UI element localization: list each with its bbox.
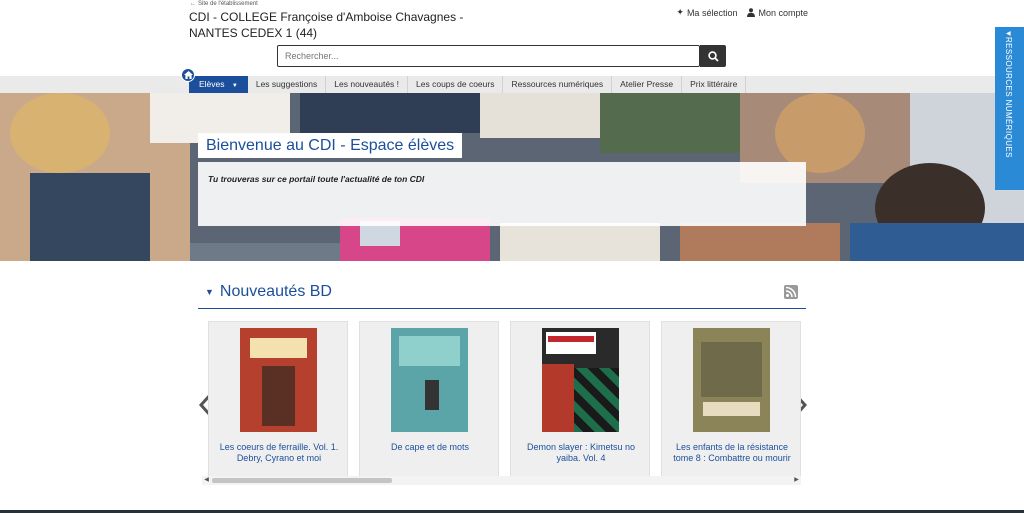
nav-item-coups-de-coeur[interactable]: Les coups de coeurs xyxy=(408,76,504,93)
side-tab-label: RESSOURCES NUMÉRIQUES xyxy=(1004,37,1013,158)
arrow-left-icon: ← xyxy=(190,1,196,7)
my-account-link[interactable]: Mon compte xyxy=(747,7,808,18)
nav-item-nouveautes[interactable]: Les nouveautés ! xyxy=(326,76,409,93)
main-nav: Elèves ▼ Les suggestions Les nouveautés … xyxy=(189,76,747,93)
book-title: De cape et de mots xyxy=(390,442,470,452)
nav-item-ressources[interactable]: Ressources numériques xyxy=(503,76,613,93)
book-card[interactable]: De cape et de mots xyxy=(359,321,499,477)
nav-item-prix-litteraire[interactable]: Prix littéraire xyxy=(682,76,747,93)
digital-resources-tab[interactable]: RESSOURCES NUMÉRIQUES ◀ xyxy=(995,27,1024,190)
caret-down-icon: ▼ xyxy=(231,83,238,89)
pin-icon: ✦ xyxy=(676,7,684,17)
my-selection-label: Ma sélection xyxy=(686,7,738,18)
banner-subtitle: Tu trouveras sur ce portail toute l'actu… xyxy=(208,174,425,184)
book-cover xyxy=(542,328,619,432)
home-icon xyxy=(183,71,193,79)
back-to-school-link[interactable]: ← Site de l'établissement xyxy=(190,1,258,7)
nav-item-suggestions[interactable]: Les suggestions xyxy=(248,76,327,93)
book-card[interactable]: Les coeurs de ferraille. Vol. 1. Debry, … xyxy=(208,321,348,477)
section-divider xyxy=(198,308,806,309)
rss-feed-button[interactable] xyxy=(784,285,798,299)
page: ← Site de l'établissement CDI - COLLEGE … xyxy=(0,0,1024,513)
scroll-right-icon[interactable]: ▶ xyxy=(792,476,801,485)
book-card[interactable]: Demon slayer : Kimetsu no yaiba. Vol. 4 xyxy=(510,321,650,477)
carousel-scrollbar[interactable]: ◀ ▶ xyxy=(202,476,801,485)
search-button[interactable] xyxy=(700,45,726,67)
nav-item-eleves-label: Elèves xyxy=(199,79,225,89)
banner-overlay xyxy=(198,162,806,226)
hero-banner xyxy=(0,93,1024,261)
rss-icon xyxy=(785,286,797,298)
book-title: Demon slayer : Kimetsu no yaiba. Vol. 4 xyxy=(526,442,636,463)
book-card[interactable]: Les enfants de la résistance tome 8 : Co… xyxy=(661,321,801,477)
section-title-label: Nouveautés BD xyxy=(219,283,332,300)
nav-item-eleves[interactable]: Elèves ▼ xyxy=(189,76,248,93)
book-cover xyxy=(240,328,317,432)
search-input[interactable] xyxy=(277,45,700,67)
caret-left-icon: ◀ xyxy=(1006,31,1011,37)
book-title: Les coeurs de ferraille. Vol. 1. Debry, … xyxy=(219,442,339,463)
scroll-left-icon[interactable]: ◀ xyxy=(202,476,211,485)
banner-title: Bienvenue au CDI - Espace élèves xyxy=(198,133,463,158)
home-button[interactable] xyxy=(181,68,195,82)
my-account-label: Mon compte xyxy=(758,7,808,18)
top-links: ✦ Ma sélection Mon compte xyxy=(676,7,808,18)
search-icon xyxy=(707,50,719,62)
scrollbar-thumb[interactable] xyxy=(212,478,392,483)
nav-item-atelier-presse[interactable]: Atelier Presse xyxy=(612,76,683,93)
book-title: Les enfants de la résistance tome 8 : Co… xyxy=(673,442,791,463)
caret-down-icon: ▼ xyxy=(205,287,214,297)
book-cover xyxy=(693,328,770,432)
site-title: CDI - COLLEGE Françoise d'Amboise Chavag… xyxy=(189,10,464,40)
user-icon xyxy=(747,8,756,17)
book-cover xyxy=(391,328,468,432)
my-selection-link[interactable]: ✦ Ma sélection xyxy=(676,7,737,18)
back-link-label: Site de l'établissement xyxy=(198,1,258,7)
section-title[interactable]: ▼ Nouveautés BD xyxy=(205,283,332,301)
